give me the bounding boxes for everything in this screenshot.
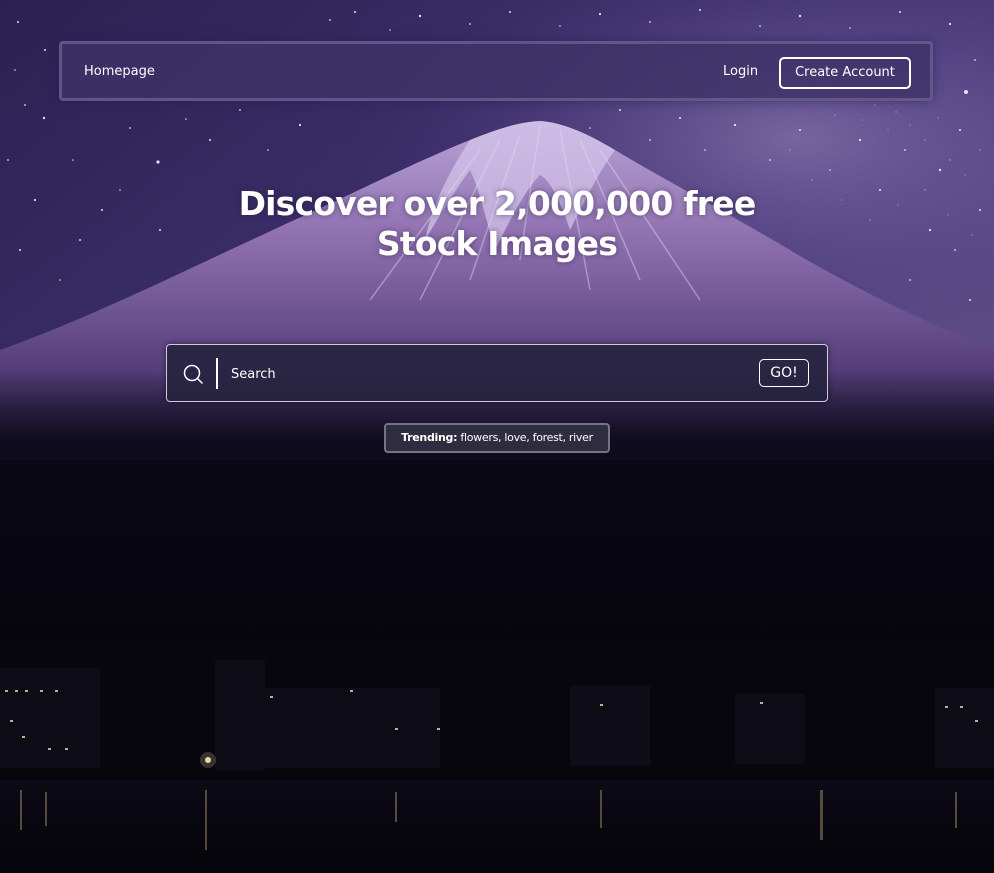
search-icon[interactable] [182, 363, 204, 385]
hero-title-line-2: Stock Images [376, 224, 618, 263]
hero-title: Discover over 2,000,000 free Stock Image… [197, 184, 797, 264]
create-account-button[interactable]: Create Account [779, 57, 911, 89]
page: Homepage Login Create Account Discover o… [0, 0, 994, 873]
login-link[interactable]: Login [723, 64, 758, 79]
search-input[interactable] [225, 359, 757, 389]
trending-chip: Trending: flowers, love, forest, river [384, 423, 610, 453]
hero-title-line-1: Discover over 2,000,000 free [238, 184, 757, 223]
search-bar: GO! [166, 344, 828, 402]
search-divider [216, 358, 218, 389]
go-button[interactable]: GO! [759, 359, 809, 387]
trending-label: Trending: [401, 431, 458, 444]
navbar: Homepage Login Create Account [59, 41, 933, 101]
homepage-link[interactable]: Homepage [84, 64, 155, 79]
trending-terms[interactable]: flowers, love, forest, river [460, 431, 593, 444]
